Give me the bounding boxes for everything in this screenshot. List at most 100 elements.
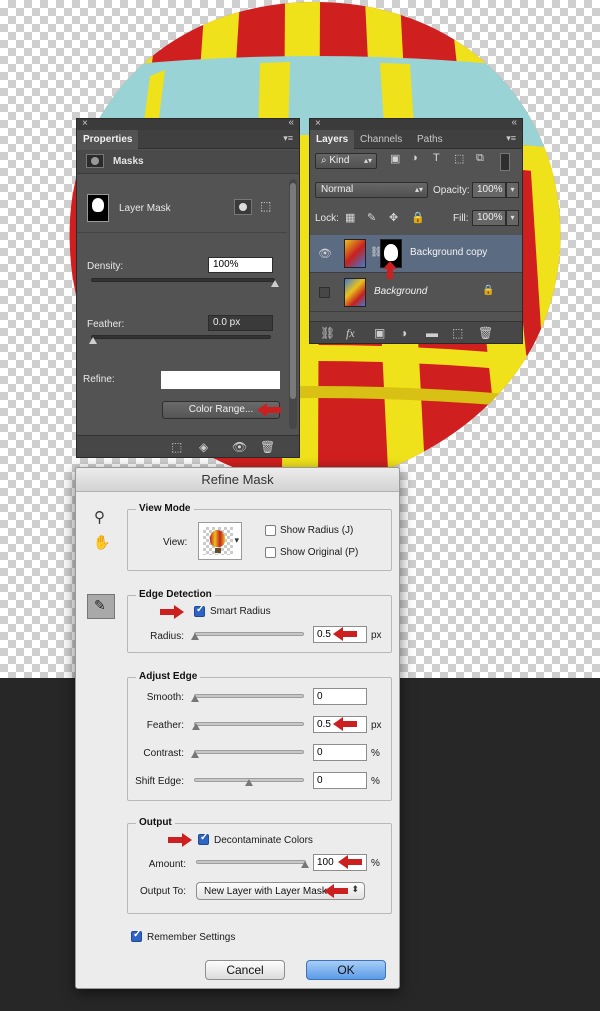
blend-mode-select[interactable]: Normal ▴▾ (315, 182, 428, 198)
layers-tabbar: Layers Channels Paths ▾≡ (310, 130, 522, 149)
fx-icon[interactable]: fx (346, 326, 355, 341)
dialog-title: Refine Mask (76, 468, 399, 492)
adjustment-layer-icon[interactable]: ◑ (400, 326, 407, 340)
smooth-field[interactable]: 0 (313, 688, 367, 705)
trash-icon[interactable]: 🗑 (478, 326, 493, 340)
lock-position-icon[interactable]: ✥ (389, 211, 398, 224)
collapse-icon[interactable]: « (511, 117, 517, 128)
shift-edge-field[interactable]: 0 (313, 772, 367, 789)
new-layer-icon[interactable]: ⬚ (452, 326, 463, 340)
opacity-field[interactable]: 100% (472, 182, 506, 198)
apply-mask-icon[interactable]: ◈ (199, 440, 208, 454)
lock-transparent-icon[interactable]: ▦ (345, 211, 355, 224)
tab-properties[interactable]: Properties (77, 130, 139, 149)
close-icon[interactable]: × (82, 118, 88, 129)
annotation-arrow (324, 884, 348, 898)
smooth-slider[interactable] (194, 694, 304, 698)
smooth-slider-thumb[interactable] (191, 695, 199, 702)
amount-slider-thumb[interactable] (301, 861, 309, 868)
contrast-unit: % (371, 748, 380, 759)
radius-slider[interactable] (194, 632, 304, 636)
density-slider-thumb[interactable] (271, 280, 279, 287)
feather-slider[interactable] (194, 722, 304, 726)
eye-icon[interactable]: 👁 (232, 440, 247, 454)
layer-thumbnail[interactable] (344, 278, 366, 307)
layer-name[interactable]: Background (374, 286, 427, 297)
layer-mask-thumbnail[interactable] (87, 194, 109, 222)
folder-icon[interactable]: ▬ (426, 326, 438, 340)
add-vector-mask-icon[interactable]: ⬚ (260, 199, 271, 213)
ok-button[interactable]: OK (306, 960, 386, 980)
annotation-arrow (338, 855, 362, 869)
view-mode-preview[interactable]: ▾ (198, 522, 242, 560)
show-radius-checkbox[interactable] (265, 525, 276, 536)
tab-paths[interactable]: Paths (411, 130, 449, 149)
add-mask-icon[interactable]: ▣ (374, 326, 385, 340)
remember-settings-checkbox[interactable] (131, 929, 142, 942)
adjustment-filter-icon[interactable]: ◑ (411, 152, 418, 164)
filter-toggle[interactable] (500, 153, 510, 171)
load-selection-icon[interactable]: ⬚ (171, 440, 182, 454)
feather-slider[interactable] (91, 335, 271, 339)
amount-slider[interactable] (196, 860, 306, 864)
filter-kind-select[interactable]: ⌕ Kind ▴▾ (315, 153, 377, 169)
shape-filter-icon[interactable]: ⬚ (454, 152, 464, 165)
layers-panel: × « Layers Channels Paths ▾≡ ⌕ Kind ▴▾ ▣… (309, 117, 523, 344)
chevron-updown-icon: ⬍ (351, 884, 359, 894)
opacity-dropdown-icon[interactable]: ▾ (506, 182, 519, 198)
type-filter-icon[interactable]: T (433, 152, 440, 164)
eye-icon[interactable]: 👁 (318, 247, 332, 260)
fill-dropdown-icon[interactable]: ▾ (506, 210, 519, 226)
contrast-slider-thumb[interactable] (191, 751, 199, 758)
panel-menu-icon[interactable]: ▾≡ (506, 133, 516, 144)
edge-detection-title: Edge Detection (136, 589, 215, 600)
close-icon[interactable]: × (315, 118, 321, 129)
scrollbar-thumb[interactable] (290, 183, 296, 399)
smart-radius-checkbox[interactable] (194, 604, 205, 617)
density-slider[interactable] (91, 278, 275, 282)
cancel-button[interactable]: Cancel (205, 960, 285, 980)
properties-scrollbar[interactable] (289, 179, 297, 429)
layer-row[interactable]: Background 🔒 (310, 274, 522, 312)
contrast-field[interactable]: 0 (313, 744, 367, 761)
feather-slider-thumb[interactable] (89, 337, 97, 344)
mask-edge-button[interactable] (161, 371, 280, 389)
lock-all-icon[interactable]: 🔒 (411, 211, 425, 224)
trash-icon[interactable]: 🗑 (260, 440, 275, 454)
panel-menu-icon[interactable]: ▾≡ (283, 133, 293, 144)
pixel-filter-icon[interactable]: ▣ (390, 152, 400, 165)
add-pixel-mask-button[interactable] (234, 199, 252, 215)
zoom-tool-icon[interactable]: ⚲ (94, 508, 105, 526)
tab-layers[interactable]: Layers (310, 130, 355, 149)
feather-unit: px (371, 720, 382, 731)
radius-slider-thumb[interactable] (191, 633, 199, 640)
fill-field[interactable]: 100% (472, 210, 506, 226)
adjust-edge-title: Adjust Edge (136, 671, 201, 682)
shift-edge-slider-thumb[interactable] (245, 779, 253, 786)
feather-label: Feather: (146, 720, 184, 731)
layers-titlebar: × « (310, 117, 522, 130)
density-label: Density: (87, 261, 124, 272)
properties-tabbar: Properties ▾≡ (77, 130, 299, 149)
decontaminate-colors-checkbox[interactable] (198, 832, 209, 845)
tab-channels[interactable]: Channels (354, 130, 408, 149)
visibility-toggle[interactable] (319, 287, 330, 298)
layer-thumbnail[interactable] (344, 239, 366, 268)
view-mode-title: View Mode (136, 503, 194, 514)
feather-field[interactable]: 0.0 px (208, 315, 273, 331)
density-field[interactable]: 100% (208, 257, 273, 273)
lock-image-icon[interactable]: ✎ (367, 211, 376, 224)
smart-object-filter-icon[interactable]: ⧉ (476, 152, 484, 165)
blend-mode-value: Normal (321, 184, 354, 195)
refine-radius-tool-icon[interactable]: ✎ (87, 594, 115, 619)
feather-slider-thumb[interactable] (192, 723, 200, 730)
collapse-icon[interactable]: « (288, 117, 294, 128)
contrast-label: Contrast: (143, 748, 184, 759)
layer-name[interactable]: Background copy (410, 247, 487, 258)
contrast-slider[interactable] (194, 750, 304, 754)
hand-tool-icon[interactable]: ✋ (93, 534, 110, 551)
output-to-label: Output To: (140, 886, 186, 897)
link-layers-icon[interactable]: ⛓ (320, 326, 335, 340)
show-original-checkbox[interactable] (265, 547, 276, 558)
layer-row[interactable]: 👁 ⛓ Background copy (310, 235, 522, 279)
